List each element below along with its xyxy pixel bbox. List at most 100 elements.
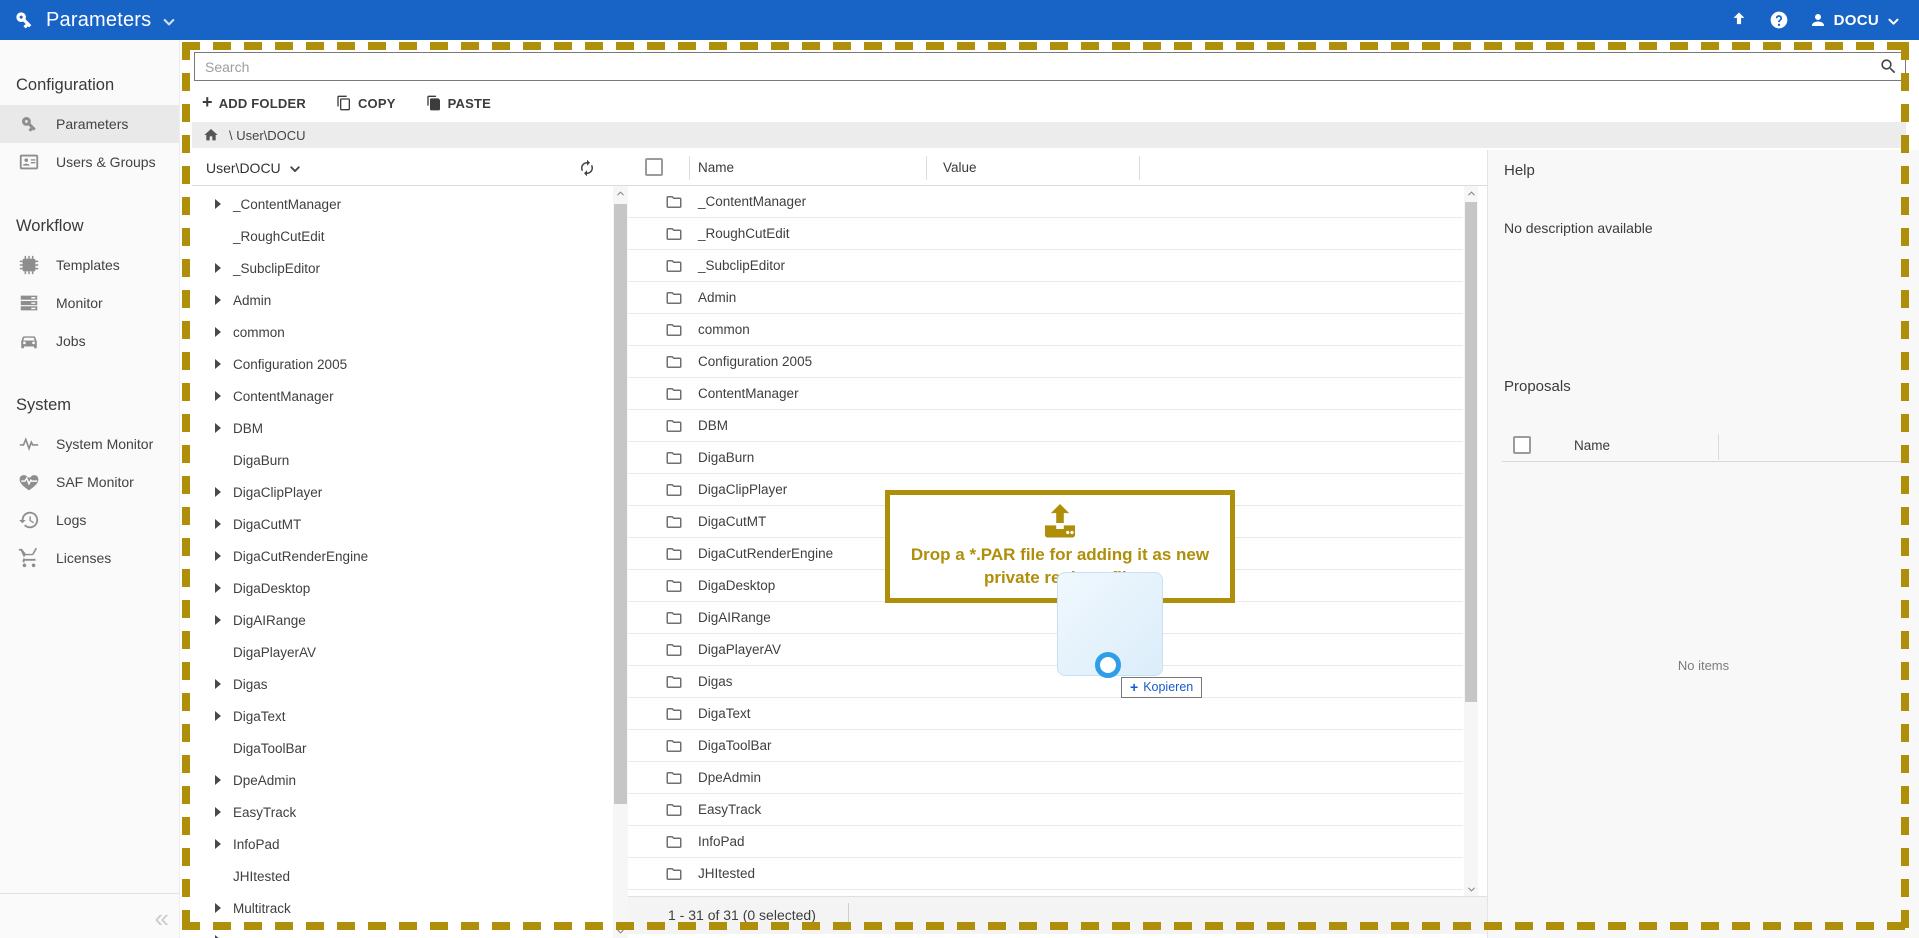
- select-all-checkbox[interactable]: [645, 158, 663, 176]
- tree-item[interactable]: DigaBurn: [192, 444, 612, 476]
- tree-item[interactable]: _RoughCutEdit: [192, 220, 612, 252]
- home-icon[interactable]: [203, 127, 219, 143]
- tree-scrollbar[interactable]: [613, 186, 628, 938]
- sidebar-entry[interactable]: Workflow: [0, 197, 179, 246]
- proposals-column-name[interactable]: Name: [1574, 438, 1610, 453]
- sidebar-entry[interactable]: System: [0, 376, 179, 425]
- column-header-value[interactable]: Value: [943, 160, 977, 175]
- expand-arrow-icon[interactable]: [215, 551, 221, 561]
- table-row[interactable]: EasyTrack: [628, 794, 1463, 826]
- tree-item[interactable]: EasyTrack: [192, 796, 612, 828]
- upload-icon[interactable]: [1729, 10, 1749, 30]
- expand-arrow-icon[interactable]: [215, 679, 221, 689]
- tree-item[interactable]: _ContentManager: [192, 188, 612, 220]
- tree-item[interactable]: DBM: [192, 412, 612, 444]
- table-row[interactable]: Admin: [628, 282, 1463, 314]
- table-scrollbar[interactable]: [1464, 186, 1478, 896]
- table-row[interactable]: Configuration 2005: [628, 346, 1463, 378]
- tree-item[interactable]: DigaCutRenderEngine: [192, 540, 612, 572]
- table-scrollbar-thumb[interactable]: [1465, 202, 1477, 702]
- tree-item[interactable]: DigaClipPlayer: [192, 476, 612, 508]
- sidebar-entry[interactable]: Configuration: [0, 56, 179, 105]
- scroll-up-icon[interactable]: [1464, 186, 1478, 200]
- table-row[interactable]: InfoPad: [628, 826, 1463, 858]
- table-row[interactable]: _ContentManager: [628, 186, 1463, 218]
- expand-arrow-icon[interactable]: [215, 711, 221, 721]
- expand-arrow-icon[interactable]: [215, 327, 221, 337]
- search-input[interactable]: [194, 52, 1906, 81]
- sidebar-entry[interactable]: Licenses: [0, 539, 179, 577]
- expand-arrow-icon[interactable]: [215, 487, 221, 497]
- tree-item[interactable]: Admin: [192, 284, 612, 316]
- tree-item[interactable]: DigaDesktop: [192, 572, 612, 604]
- table-row[interactable]: DBM: [628, 410, 1463, 442]
- tree-item[interactable]: InfoPad: [192, 828, 612, 860]
- expand-arrow-icon[interactable]: [215, 263, 221, 273]
- tree-item[interactable]: DigaCutMT: [192, 508, 612, 540]
- search-icon[interactable]: [1879, 57, 1898, 76]
- tree-scrollbar-thumb[interactable]: [614, 204, 627, 804]
- table-row[interactable]: _SubclipEditor: [628, 250, 1463, 282]
- table-row[interactable]: JHItested: [628, 858, 1463, 890]
- expand-arrow-icon[interactable]: [215, 391, 221, 401]
- expand-arrow-icon[interactable]: [215, 775, 221, 785]
- page-title-chevron-down-icon[interactable]: [161, 14, 177, 30]
- expand-arrow-icon[interactable]: [215, 839, 221, 849]
- tree-item[interactable]: Digas: [192, 668, 612, 700]
- table-row[interactable]: DigaBurn: [628, 442, 1463, 474]
- sidebar-collapse-icon[interactable]: «: [155, 903, 169, 934]
- expand-arrow-icon[interactable]: [215, 199, 221, 209]
- tree-item[interactable]: DpeAdmin: [192, 764, 612, 796]
- tree-root-label[interactable]: User\DOCU: [206, 160, 281, 176]
- table-row[interactable]: Digas: [628, 666, 1463, 698]
- scroll-up-icon[interactable]: [613, 186, 628, 200]
- expand-arrow-icon[interactable]: [215, 583, 221, 593]
- tree-item[interactable]: _SubclipEditor: [192, 252, 612, 284]
- tree-item[interactable]: JHItested: [192, 860, 612, 892]
- table-row[interactable]: common: [628, 314, 1463, 346]
- table-row[interactable]: DigaToolBar: [628, 730, 1463, 762]
- sidebar-entry[interactable]: Monitor: [0, 284, 179, 322]
- copy-button[interactable]: COPY: [336, 95, 396, 111]
- sidebar-entry[interactable]: Templates: [0, 246, 179, 284]
- table-row[interactable]: DigaPlayerAV: [628, 634, 1463, 666]
- sidebar-entry[interactable]: Users & Groups: [0, 143, 179, 181]
- sidebar-entry[interactable]: SAF Monitor: [0, 463, 179, 501]
- table-row[interactable]: _RoughCutEdit: [628, 218, 1463, 250]
- tree-item[interactable]: DigaPlayerAV: [192, 636, 612, 668]
- expand-arrow-icon[interactable]: [215, 359, 221, 369]
- column-header-name[interactable]: Name: [698, 160, 734, 175]
- table-row[interactable]: ContentManager: [628, 378, 1463, 410]
- expand-arrow-icon[interactable]: [215, 903, 221, 913]
- tree-item[interactable]: common: [192, 316, 612, 348]
- tree-item[interactable]: Configuration 2005: [192, 348, 612, 380]
- sidebar-entry[interactable]: Logs: [0, 501, 179, 539]
- tree-item[interactable]: ContentManager: [192, 380, 612, 412]
- expand-arrow-icon[interactable]: [215, 423, 221, 433]
- sidebar-entry[interactable]: Parameters: [0, 105, 179, 143]
- refresh-icon[interactable]: [578, 159, 596, 177]
- expand-arrow-icon[interactable]: [215, 615, 221, 625]
- expand-arrow-icon[interactable]: [215, 807, 221, 817]
- add-folder-button[interactable]: + ADD FOLDER: [202, 96, 306, 111]
- breadcrumb[interactable]: \ User\DOCU: [192, 122, 1906, 148]
- expand-arrow-icon[interactable]: [215, 295, 221, 305]
- table-row[interactable]: DigaText: [628, 698, 1463, 730]
- proposals-select-all-checkbox[interactable]: [1513, 436, 1531, 454]
- sidebar-entry[interactable]: Jobs: [0, 322, 179, 360]
- scroll-down-icon[interactable]: [1464, 882, 1478, 896]
- tree-item[interactable]: DigaToolBar: [192, 732, 612, 764]
- user-menu[interactable]: DOCU: [1809, 11, 1901, 29]
- tree-item[interactable]: [192, 924, 612, 938]
- tree-item[interactable]: DigAIRange: [192, 604, 612, 636]
- expand-arrow-icon[interactable]: [215, 519, 221, 529]
- scroll-down-icon[interactable]: [613, 924, 628, 938]
- table-row[interactable]: DpeAdmin: [628, 762, 1463, 794]
- paste-button[interactable]: PASTE: [426, 95, 491, 111]
- table-row[interactable]: DigAIRange: [628, 602, 1463, 634]
- sidebar-entry[interactable]: System Monitor: [0, 425, 179, 463]
- tree-item[interactable]: Multitrack: [192, 892, 612, 924]
- help-icon[interactable]: [1769, 10, 1789, 30]
- tree-item[interactable]: DigaText: [192, 700, 612, 732]
- tree-root-chevron-down-icon[interactable]: [288, 162, 302, 176]
